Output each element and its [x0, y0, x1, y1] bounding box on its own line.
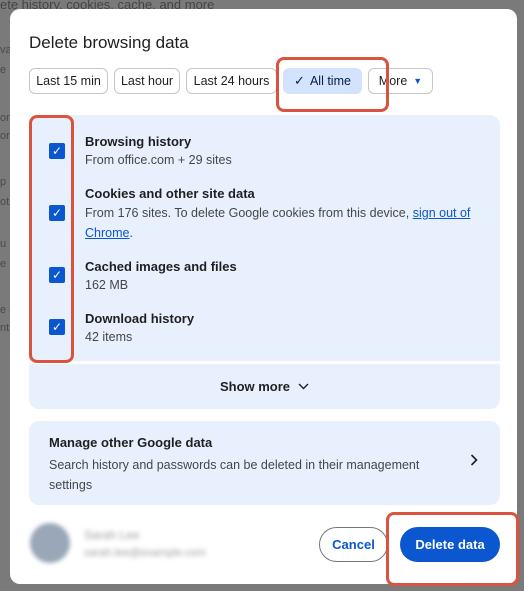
chip-label: Last 15 min: [36, 74, 101, 88]
manage-title: Manage other Google data: [49, 435, 213, 450]
background-fragment: ot: [0, 196, 10, 208]
item-subtitle: From 176 sites. To delete Google cookies…: [85, 203, 485, 243]
chip-last-hour[interactable]: Last hour: [114, 68, 180, 94]
chip-all-time[interactable]: ✓ All time: [283, 68, 362, 94]
checkbox-check-icon: ✓: [51, 206, 63, 220]
download-history-checkbox[interactable]: ✓: [49, 319, 65, 335]
manage-subtitle: Search history and passwords can be dele…: [49, 458, 420, 492]
item-title: Cached images and files: [85, 259, 237, 274]
item-subtitle-text: From 176 sites. To delete Google cookies…: [85, 206, 413, 220]
account-name: Sarah Lee: [84, 528, 140, 542]
item-subtitle: From office.com + 29 sites: [85, 153, 232, 167]
chip-last-24-hours[interactable]: Last 24 hours: [186, 68, 277, 94]
delete-data-button[interactable]: Delete data: [400, 527, 500, 562]
show-more-label: Show more: [219, 379, 291, 394]
background-fragment: e: [0, 258, 7, 270]
chip-label: More: [378, 74, 408, 88]
cached-images-checkbox[interactable]: ✓: [49, 267, 65, 283]
account-email: sarah.lee@example.com: [84, 547, 206, 559]
chip-more[interactable]: More ▼: [368, 68, 433, 94]
show-more-button[interactable]: Show more: [29, 364, 500, 409]
chevron-down-icon: [298, 381, 309, 393]
item-subtitle-suffix: .: [129, 226, 133, 240]
background-fragment: e: [0, 64, 7, 76]
checkbox-check-icon: ✓: [51, 268, 63, 282]
item-title: Download history: [85, 311, 195, 326]
browsing-history-checkbox[interactable]: ✓: [49, 143, 65, 159]
check-icon: ✓: [294, 73, 305, 88]
item-subtitle: 162 MB: [85, 278, 129, 292]
caret-down-icon: ▼: [413, 76, 423, 86]
background-fragment: nt: [0, 322, 10, 334]
cancel-button[interactable]: Cancel: [319, 527, 388, 562]
item-subtitle: 42 items: [85, 330, 133, 344]
chip-label: Last hour: [120, 74, 174, 88]
avatar: [30, 523, 70, 563]
chevron-right-icon: [470, 453, 478, 471]
item-title: Browsing history: [85, 134, 192, 149]
manage-google-data-row[interactable]: Manage other Google data Search history …: [29, 421, 500, 505]
background-fragment: p: [0, 176, 7, 188]
cookies-checkbox[interactable]: Browsing history✓: [49, 205, 65, 221]
delete-browsing-data-dialog: Delete browsing data Last 15 min Last ho…: [10, 9, 517, 584]
chip-last-15-min[interactable]: Last 15 min: [29, 68, 108, 94]
item-title: Cookies and other site data: [85, 186, 255, 201]
chip-label: All time: [309, 74, 351, 88]
dialog-title: Delete browsing data: [29, 33, 189, 52]
chip-label: Last 24 hours: [193, 74, 270, 88]
checkbox-check-icon: ✓: [51, 320, 63, 334]
background-fragment: u: [0, 238, 7, 250]
checkbox-check-icon: ✓: [51, 144, 63, 158]
data-types-panel: ✓ Browsing history From office.com + 29 …: [29, 115, 500, 361]
